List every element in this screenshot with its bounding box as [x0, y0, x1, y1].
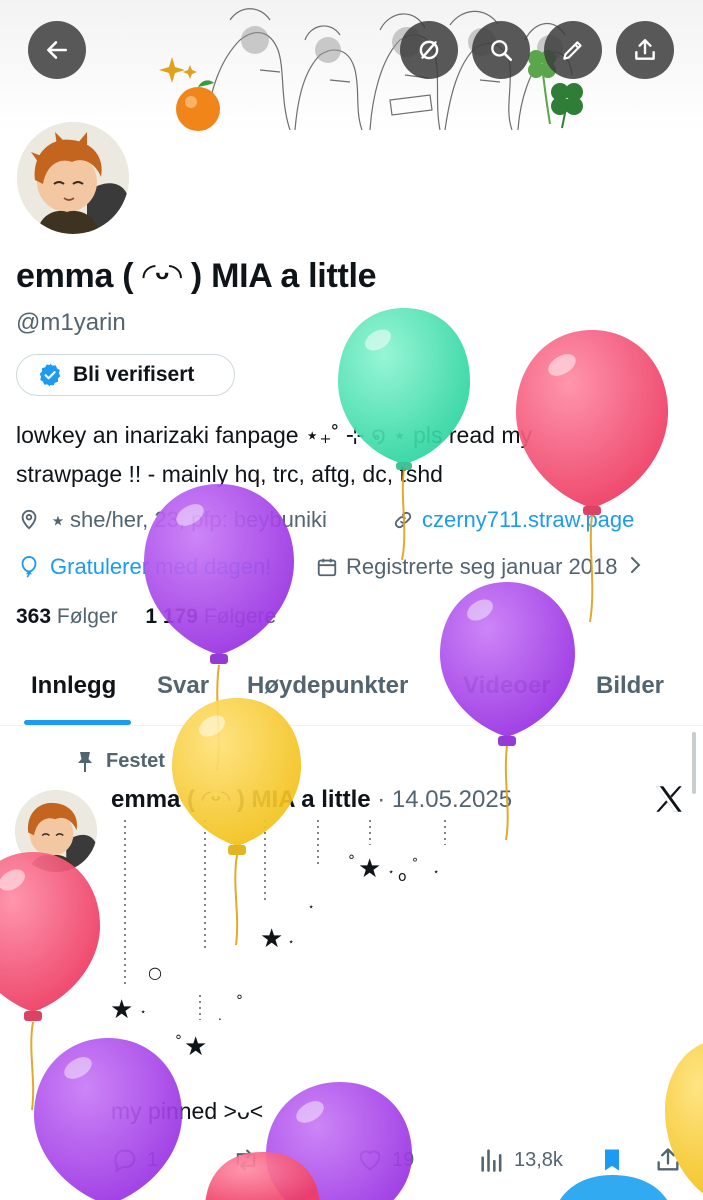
svg-text:.: .	[218, 1009, 222, 1023]
back-button[interactable]	[28, 21, 86, 79]
location-pin-icon	[16, 507, 42, 533]
bar-chart-icon	[481, 1149, 502, 1172]
svg-text:○: ○	[148, 963, 162, 982]
svg-text:⋆: ⋆	[288, 937, 294, 948]
post-text: my pinned >ᴗ<	[111, 1098, 264, 1124]
display-name: emma ( ◜ᵕ◝ ) MIA a little	[16, 257, 377, 295]
get-verified-button[interactable]: Bli verifisert	[16, 354, 235, 396]
reply-icon	[114, 1149, 136, 1173]
birthday-text[interactable]: Gratulerer med dagen!	[50, 554, 271, 580]
svg-text:★: ★	[184, 1032, 207, 1062]
svg-text:°: °	[348, 853, 355, 869]
reply-button[interactable]: 1	[111, 1146, 158, 1174]
joined-text: Registrerte seg januar 2018	[346, 554, 618, 579]
active-tab-indicator	[24, 720, 131, 725]
bookmark-button[interactable]	[598, 1146, 626, 1174]
followers-count: 1 179	[145, 605, 198, 628]
tab-highlights[interactable]: Høydepunkter	[247, 672, 408, 700]
reply-count: 1	[147, 1148, 159, 1171]
svg-text:⋆: ⋆	[308, 902, 314, 913]
followers-link[interactable]: 1 179 Følgere	[145, 605, 276, 628]
link-icon	[390, 507, 416, 533]
profile-bio: lowkey an inarizaki fanpage ⋆₊˚ ⊹ ໑ ⋆ pl…	[16, 416, 666, 494]
share-post-button[interactable]	[654, 1146, 682, 1174]
edit-button[interactable]	[544, 21, 602, 79]
repost-button[interactable]	[232, 1146, 268, 1174]
svg-text:★: ★	[358, 854, 381, 884]
post-avatar[interactable]	[15, 790, 97, 872]
followers-label: Følgere	[203, 605, 277, 628]
tab-replies[interactable]: Svar	[157, 672, 209, 700]
following-link[interactable]: 363 Følger	[16, 605, 118, 628]
profile-avatar[interactable]	[13, 118, 133, 238]
tab-videos[interactable]: Videoer	[463, 672, 551, 700]
repost-icon	[236, 1149, 256, 1171]
svg-text:°: °	[236, 993, 243, 1009]
like-count: 19	[392, 1148, 415, 1171]
svg-text:°: °	[412, 856, 418, 870]
location-text: ⭑ she/her, 23, pfp: beybuniki	[52, 507, 327, 532]
avatar-image	[15, 790, 97, 872]
profile-tabs: Innlegg Svar Høydepunkter Videoer Bilder	[0, 660, 703, 726]
views-button[interactable]: 13,8k	[478, 1146, 563, 1174]
bookmark-icon	[605, 1149, 619, 1171]
heart-icon	[359, 1150, 381, 1171]
svg-text:°: °	[175, 1033, 182, 1049]
circle-slash-icon	[419, 40, 439, 60]
arrow-left-icon	[47, 41, 67, 59]
edit-icon	[563, 41, 582, 60]
svg-text:⋆: ⋆	[433, 867, 439, 878]
website-link[interactable]: czerny711.straw.page	[422, 507, 634, 533]
handle: @m1yarin	[16, 309, 126, 336]
share-button[interactable]	[616, 21, 674, 79]
location-row: ⭑ she/her, 23, pfp: beybuniki	[16, 507, 327, 533]
profile-banner	[0, 0, 703, 132]
avatar-image	[17, 122, 129, 234]
svg-text:o: o	[398, 869, 407, 885]
tab-media[interactable]: Bilder	[596, 672, 664, 700]
search-button[interactable]	[472, 21, 530, 79]
verified-badge-icon	[39, 363, 61, 387]
tab-posts[interactable]: Innlegg	[31, 672, 116, 700]
like-button[interactable]: 19	[356, 1146, 414, 1174]
calendar-icon	[314, 554, 340, 580]
svg-text:⋆: ⋆	[388, 867, 394, 878]
scrollbar[interactable]	[692, 732, 696, 794]
website-row[interactable]: czerny711.straw.page	[390, 507, 634, 533]
red-balloon	[0, 852, 100, 1111]
post-date[interactable]: · 14.05.2025	[377, 786, 512, 813]
post-actions: 1 19 13,8k	[0, 1140, 703, 1180]
x-logo-icon[interactable]	[652, 782, 686, 816]
hidden-words-button[interactable]	[400, 21, 458, 79]
share-icon	[657, 1148, 679, 1171]
pinned-indicator: Festet	[76, 750, 165, 773]
svg-text:★: ★	[260, 924, 283, 954]
search-icon	[491, 40, 513, 62]
joined-row[interactable]: Registrerte seg januar 2018	[314, 554, 642, 580]
post-author[interactable]: emma ( ◜ᵕ◝ ) MIA a little	[111, 786, 371, 813]
balloon-icon	[16, 554, 42, 580]
orange-sticker	[159, 57, 220, 131]
following-label: Følger	[56, 605, 118, 628]
svg-text:⋆: ⋆	[140, 1007, 146, 1018]
follow-counts: 363 Følger 1 179 Følgere	[16, 605, 276, 629]
bio-line: lowkey an inarizaki fanpage ⋆₊˚ ⊹ ໑ ⋆ pl…	[16, 422, 532, 448]
bio-line: strawpage !! - mainly hq, trc, aftg, dc,…	[16, 461, 443, 487]
share-icon	[635, 39, 655, 60]
post-text-art: ★ ° ⋆ o ° ⋆ ⋆ ★ ⋆ ○ ★ ⋆ . ° ° ★	[110, 820, 446, 1062]
svg-text:★: ★	[110, 995, 133, 1025]
get-verified-label: Bli verifisert	[73, 363, 195, 386]
pinned-label: Festet	[106, 750, 165, 772]
pin-icon	[78, 751, 92, 772]
view-count: 13,8k	[514, 1148, 563, 1171]
birthday-row[interactable]: Gratulerer med dagen!	[16, 554, 271, 580]
chevron-right-icon	[628, 554, 642, 580]
post-header: emma ( ◜ᵕ◝ ) MIA a little · 14.05.2025	[111, 785, 512, 814]
following-count: 363	[16, 605, 52, 628]
